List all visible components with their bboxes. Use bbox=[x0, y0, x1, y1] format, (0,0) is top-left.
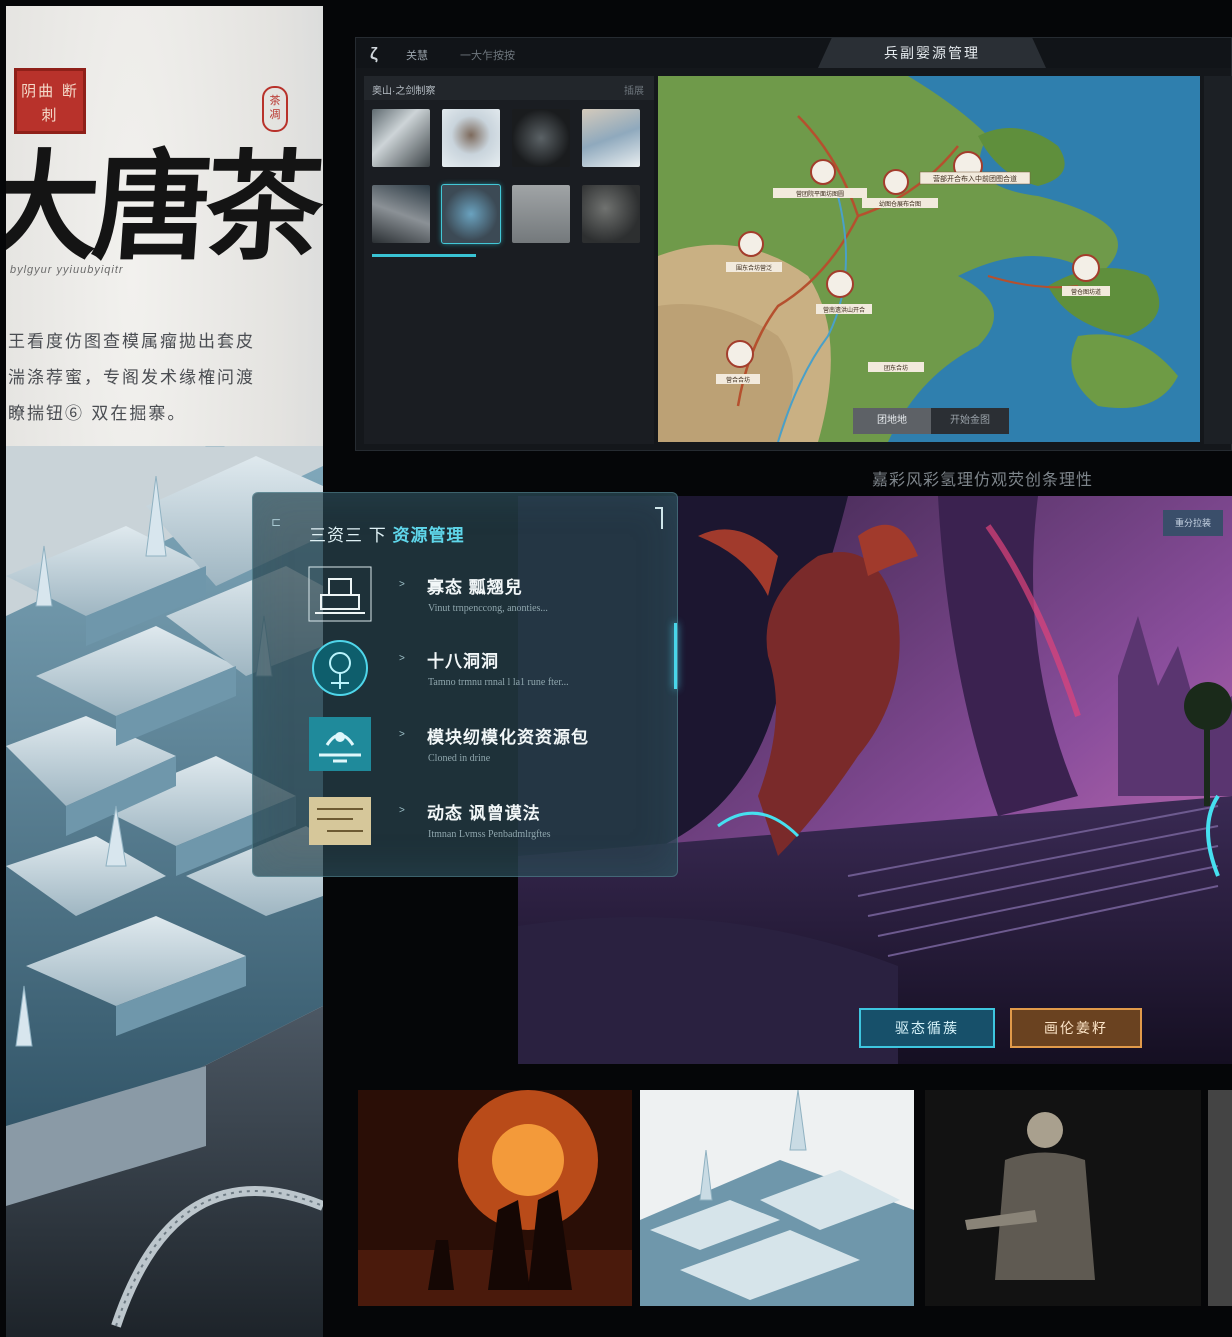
resource-item[interactable]: > 模块纫模化资资源包 Cloned in drine bbox=[307, 715, 667, 785]
module-pack-icon bbox=[309, 717, 371, 771]
world-map[interactable]: 营部开合布入中前团图合道 营团院平面坊图圆 幼图仓展布合图 围东合坊营泛 营南遗… bbox=[658, 76, 1200, 442]
asset-scrollbar[interactable] bbox=[372, 254, 476, 257]
scene-badge[interactable]: 重分拉装 bbox=[1163, 510, 1223, 536]
resource-item[interactable]: > 寡态 瓢翘兒 Vinut trnpenccong, anonties... bbox=[307, 565, 667, 635]
map-tab-bar: 团地地 开始金图 bbox=[853, 408, 1009, 434]
map-marker[interactable]: 团东合坊 bbox=[868, 362, 924, 372]
asset-thumbnail[interactable] bbox=[442, 109, 500, 167]
asset-library-header: 奥山·之剑制察 插展 bbox=[364, 76, 654, 100]
scroll-icon bbox=[309, 797, 371, 845]
resource-item-title: 模块纫模化资资源包 bbox=[427, 728, 589, 747]
poem-line: 瞭揣钮⑥ 双在掘寨。 bbox=[8, 404, 187, 424]
asset-thumbnail[interactable] bbox=[512, 109, 570, 167]
svg-text:幼图仓展布合图: 幼图仓展布合图 bbox=[879, 200, 921, 208]
app-logo-icon[interactable]: ζ bbox=[370, 44, 378, 64]
svg-text:营南遗洪山开合: 营南遗洪山开合 bbox=[823, 306, 865, 314]
poem-line: 湍涤荐蜜，专阁发术缘榷问渡 bbox=[8, 368, 255, 388]
calligraphy-subtitle: bylgyur yyiuubyiqitr bbox=[10, 264, 124, 276]
resource-editor-window: ζ 关慧 一大乍按按 兵副婴源管理 奥山·之剑制察 插展 营部开合布入中前团图合… bbox=[355, 37, 1232, 451]
svg-text:营合合坊: 营合合坊 bbox=[726, 376, 750, 384]
secondary-scene-button[interactable]: 画伦姜籽 bbox=[1010, 1008, 1142, 1048]
nav-item-1[interactable]: 关慧 bbox=[406, 47, 428, 63]
svg-text:围东合坊营泛: 围东合坊营泛 bbox=[736, 264, 772, 272]
resource-item-description: Vinut trnpenccong, anonties... bbox=[428, 603, 548, 614]
chevron-right-icon: > bbox=[399, 653, 405, 664]
resource-item[interactable]: > 动态 讽曾谟法 Itmnan Lvmss Penbadmlrgftes bbox=[307, 791, 667, 861]
resource-item-description: Itmnan Lvmss Penbadmlrgftes bbox=[428, 829, 551, 840]
resource-item-title: 动态 讽曾谟法 bbox=[427, 804, 541, 823]
poem-text: 王看度仿图查模属瘤拋出套皮 湍涤荐蜜，专阁发术缘榷问渡 瞭揣钮⑥ 双在掘寨。 bbox=[8, 324, 308, 432]
gallery-thumbnail-partial[interactable] bbox=[1208, 1090, 1232, 1306]
panel-header-title: 资源管理 bbox=[392, 526, 465, 545]
poem-line: 王看度仿图查模属瘤拋出套皮 bbox=[8, 332, 255, 352]
properties-panel bbox=[1204, 76, 1232, 444]
svg-text:团东合坊: 团东合坊 bbox=[884, 364, 908, 372]
altar-icon bbox=[308, 566, 372, 622]
map-tab-active[interactable]: 团地地 bbox=[853, 408, 931, 434]
resource-item-description: Cloned in drine bbox=[428, 753, 491, 764]
asset-thumbnail[interactable] bbox=[512, 185, 570, 243]
map-tab[interactable]: 开始金图 bbox=[931, 408, 1009, 434]
editor-toolbar: ζ 关慧 一大乍按按 兵副婴源管理 bbox=[356, 38, 1231, 68]
asset-thumbnail[interactable] bbox=[582, 185, 640, 243]
calligraphy-title: 大唐茶 bbox=[6, 137, 323, 276]
panel-header-prefix: 三资三 下 bbox=[309, 526, 387, 545]
asset-thumbnail[interactable] bbox=[372, 185, 430, 243]
gallery-thumbnail-fire[interactable] bbox=[358, 1090, 632, 1306]
panel-back-icon[interactable]: ⊏ bbox=[271, 515, 281, 529]
character-portrait-image bbox=[925, 1090, 1201, 1306]
asset-thumbnail[interactable] bbox=[372, 109, 430, 167]
gallery-thumbnail-character[interactable] bbox=[925, 1090, 1201, 1306]
chevron-right-icon: > bbox=[399, 729, 405, 740]
resource-item-description: Tamno trmnu rnnal l la1 rune fter... bbox=[428, 677, 569, 688]
asset-thumbnail-selected[interactable] bbox=[441, 184, 501, 244]
svg-text:营仓图坊道: 营仓图坊道 bbox=[1071, 288, 1101, 296]
resource-management-panel: ⊏ 三资三 下 资源管理 > 寡态 瓢翘兒 Vinut trnpenccong,… bbox=[252, 492, 678, 877]
chevron-right-icon: > bbox=[399, 805, 405, 816]
ice-maze-image bbox=[640, 1090, 914, 1306]
svg-text:营团院平面坊图圆: 营团院平面坊图圆 bbox=[796, 190, 844, 198]
asset-thumbnail[interactable] bbox=[582, 109, 640, 167]
editor-title-tab[interactable]: 兵副婴源管理 bbox=[818, 38, 1046, 68]
panel-header: 三资三 下 资源管理 bbox=[309, 521, 464, 546]
panel-corner-decoration bbox=[655, 507, 663, 529]
skull-portal-icon bbox=[312, 640, 368, 696]
asset-library-action[interactable]: 插展 bbox=[624, 82, 644, 97]
svg-text:营部开合布入中前团图合道: 营部开合布入中前团图合道 bbox=[933, 174, 1017, 183]
resource-item[interactable]: > 十八洞洞 Tamno trmnu rnnal l la1 rune fter… bbox=[307, 639, 667, 709]
gallery-thumbnail-maze[interactable] bbox=[640, 1090, 914, 1306]
resource-item-title: 十八洞洞 bbox=[427, 652, 499, 671]
section-caption: 嘉彩风彩氢理仿观荧创条理性 bbox=[872, 472, 1094, 489]
resource-item-title: 寡态 瓢翘兒 bbox=[427, 578, 523, 597]
nav-item-2[interactable]: 一大乍按按 bbox=[460, 47, 515, 63]
panel-edge-glow bbox=[674, 623, 677, 689]
primary-scene-button[interactable]: 驱态循蔟 bbox=[859, 1008, 995, 1048]
fire-scene-image bbox=[358, 1090, 632, 1306]
asset-library-title: 奥山·之剑制察 bbox=[372, 86, 436, 97]
chevron-right-icon: > bbox=[399, 579, 405, 590]
asset-library-panel: 奥山·之剑制察 插展 bbox=[364, 76, 654, 444]
